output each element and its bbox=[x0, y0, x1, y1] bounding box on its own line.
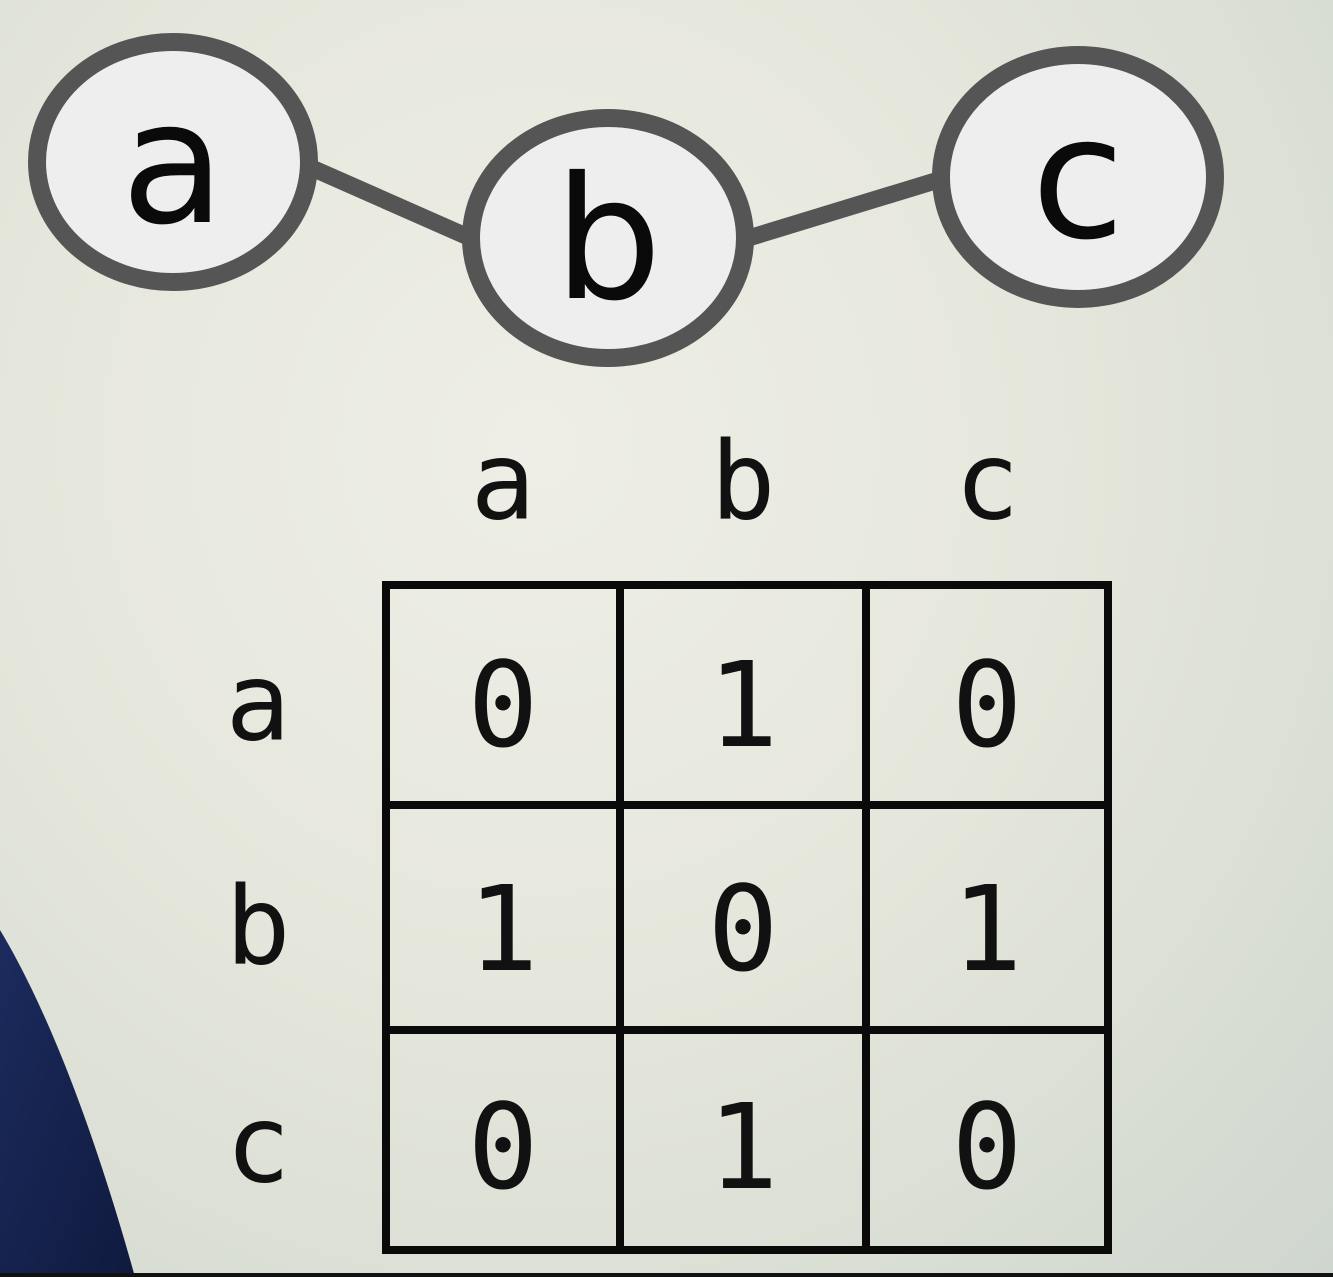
matrix-cell-bc: 1 bbox=[951, 860, 1022, 998]
matrix-cell-aa: 0 bbox=[467, 636, 538, 774]
edge-b-c bbox=[733, 169, 954, 249]
adjacency-matrix: abc abc 0 1 01 0 10 1 0 bbox=[225, 420, 1112, 1254]
matrix-cell-ac: 0 bbox=[951, 636, 1022, 774]
graph-nodes: a b c bbox=[28, 33, 1224, 367]
node-label: a bbox=[121, 65, 225, 263]
node-label: b bbox=[554, 141, 662, 339]
node-c: c bbox=[932, 46, 1224, 308]
matrix-cell-cc: 0 bbox=[951, 1078, 1022, 1216]
node-label: c bbox=[1031, 80, 1124, 278]
column-header-b: b bbox=[710, 420, 775, 545]
matrix-cells: 0 1 0 1 0 1 0 1 0 bbox=[467, 636, 1022, 1216]
column-headers: a b c bbox=[470, 420, 1019, 545]
matrix-cell-ba: 1 bbox=[467, 860, 538, 998]
column-header-c: c bbox=[954, 420, 1019, 545]
adjacency-diagram: abc abc abc 0 1 01 0 10 1 0 bbox=[0, 33, 1333, 1277]
matrix-cell-ca: 0 bbox=[467, 1078, 538, 1216]
graph: a b c bbox=[28, 33, 1224, 367]
column-header-a: a bbox=[470, 420, 535, 545]
edge-a-b bbox=[296, 156, 484, 249]
row-header-a: a bbox=[225, 641, 290, 766]
node-a: a bbox=[28, 33, 318, 291]
matrix-cell-bb: 0 bbox=[707, 860, 778, 998]
matrix-cell-ab: 1 bbox=[707, 636, 778, 774]
presenter-shoulder bbox=[0, 930, 135, 1277]
row-header-b: b bbox=[225, 865, 290, 990]
matrix-cell-cb: 1 bbox=[707, 1078, 778, 1216]
row-headers: abc bbox=[225, 641, 290, 1208]
row-header-c: c bbox=[225, 1083, 290, 1208]
node-b: b bbox=[462, 109, 754, 367]
